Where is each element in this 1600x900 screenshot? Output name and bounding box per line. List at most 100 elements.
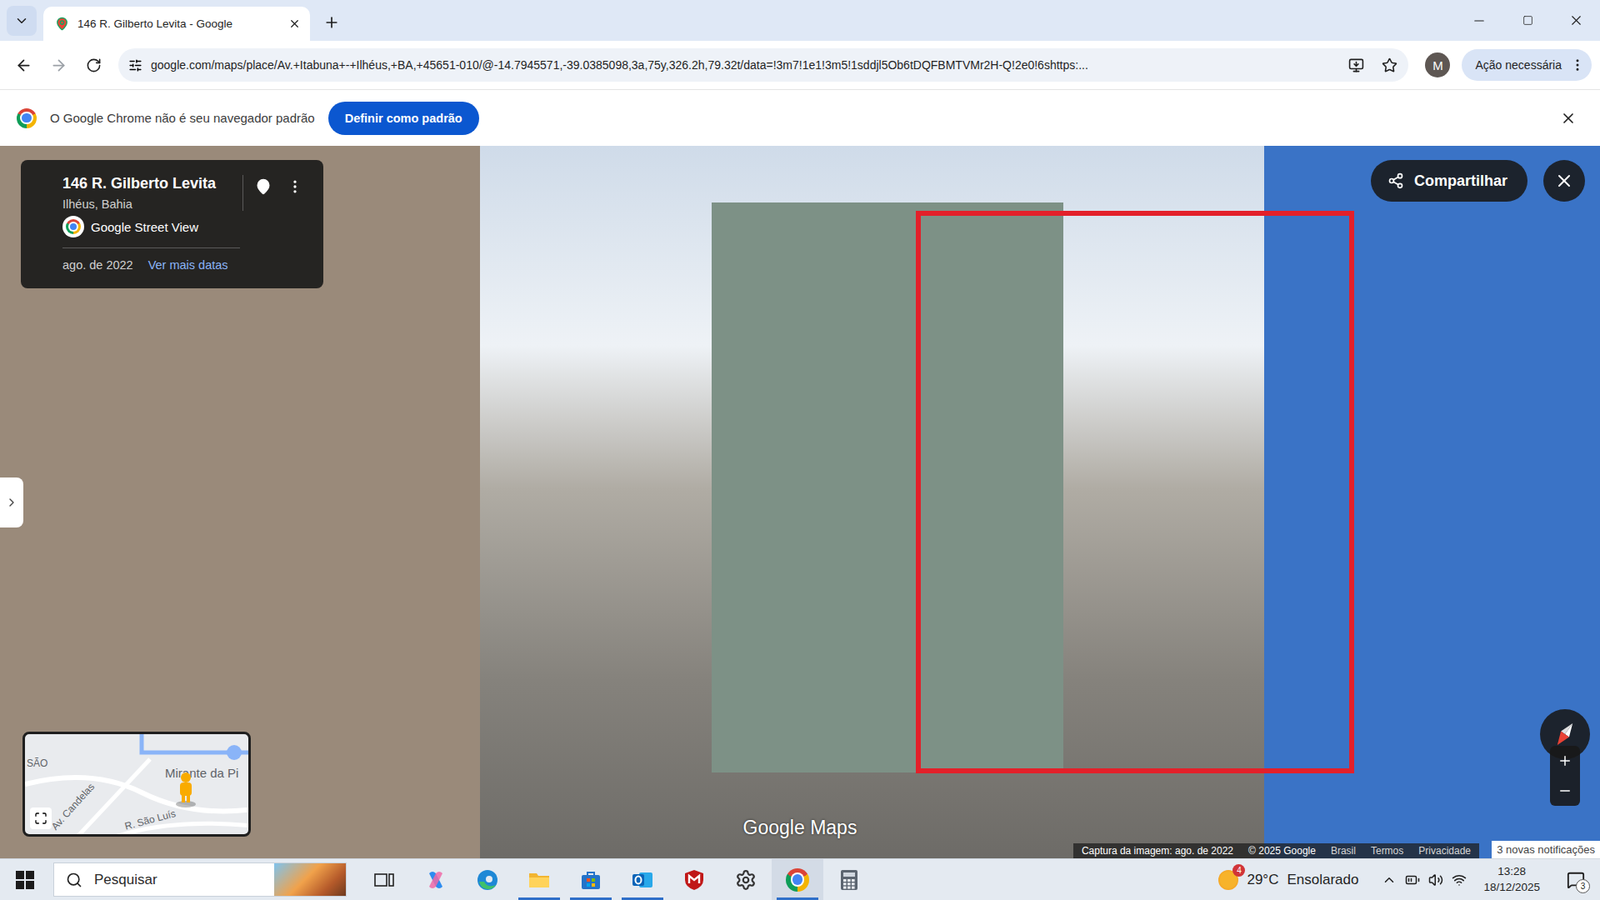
sun-icon: 4: [1218, 870, 1239, 890]
browser-tab[interactable]: 146 R. Gilberto Levita - Google: [43, 6, 310, 41]
street-view[interactable]: 146 R. Gilberto Levita Ilhéus, Bahia Googl…: [0, 145, 1600, 859]
network-tray[interactable]: [1451, 872, 1467, 888]
tab-title: 146 R. Gilberto Levita - Google: [77, 17, 277, 30]
taskbar-app[interactable]: [823, 859, 875, 900]
install-app-button[interactable]: [1343, 52, 1369, 78]
google-maps-favicon-icon: [55, 16, 70, 31]
back-button[interactable]: [8, 50, 39, 80]
tray-overflow-button[interactable]: [1381, 872, 1397, 888]
place-pin-button[interactable]: [251, 175, 275, 199]
chrome-icon: [785, 868, 810, 892]
footer-item: © 2025 Google: [1248, 845, 1316, 857]
notification-count: 3: [1575, 879, 1590, 894]
street-view-footer: Captura da imagem: ago. de 2022© 2025 Go…: [1073, 843, 1480, 859]
zoom-controls: [1550, 745, 1580, 806]
search-placeholder: Pesquisar: [94, 871, 158, 889]
google-g-icon: [65, 219, 81, 235]
footer-item[interactable]: Brasil: [1330, 845, 1356, 857]
maximize-button[interactable]: [1503, 0, 1552, 41]
taskbar-search[interactable]: Pesquisar: [53, 862, 347, 897]
close-icon: [288, 17, 301, 30]
wifi-icon: [1451, 872, 1467, 888]
taskbar-app[interactable]: [616, 859, 669, 900]
mcafee-icon: [682, 868, 706, 892]
folder-icon: [527, 870, 551, 890]
set-default-button[interactable]: Definir como padrão: [328, 101, 480, 135]
taskbar-app[interactable]: [358, 859, 410, 900]
store-icon: [579, 868, 603, 892]
minimize-button[interactable]: [1455, 0, 1504, 41]
start-button[interactable]: [0, 859, 50, 900]
action-required-button[interactable]: Ação necessária: [1461, 49, 1592, 81]
tab-search-button[interactable]: [6, 5, 37, 36]
url-text[interactable]: google.com/maps/place/Av.+Itabuna+-+Ilhé…: [150, 58, 1335, 72]
site-info-icon: [128, 58, 143, 73]
taskbar-app[interactable]: [565, 859, 617, 900]
expand-panel-button[interactable]: [0, 477, 24, 528]
plus-icon: [1557, 753, 1573, 769]
weather-widget[interactable]: 4 29°C Ensolarado: [1218, 870, 1359, 890]
place-title: 146 R. Gilberto Levita: [62, 175, 235, 193]
footer-item[interactable]: Privacidade: [1418, 845, 1471, 857]
arrow-right-icon: [50, 56, 68, 75]
chevron-right-icon: [5, 495, 19, 510]
notification-toast[interactable]: 3 novas notificações: [1491, 840, 1600, 859]
profile-avatar[interactable]: M: [1425, 52, 1450, 78]
task-view-icon: [373, 870, 395, 890]
taskbar-app[interactable]: [771, 859, 824, 900]
search-icon: [65, 871, 83, 889]
volume-tray[interactable]: [1428, 872, 1444, 888]
place-menu-button[interactable]: [283, 175, 307, 199]
taskbar-app[interactable]: [720, 859, 772, 900]
clock-time: 13:28: [1497, 864, 1526, 880]
mini-map[interactable]: SÃOAv. CandelasMirante da PiR. São Luís: [22, 731, 251, 837]
weather-temperature: 29°C: [1246, 871, 1279, 889]
map-label: SÃO: [26, 757, 48, 770]
address-bar[interactable]: google.com/maps/place/Av.+Itabuna+-+Ilhé…: [118, 48, 1409, 82]
taskbar-app[interactable]: [513, 859, 565, 900]
star-icon: [1381, 57, 1398, 74]
new-tab-button[interactable]: [316, 7, 347, 38]
pin-icon: [255, 178, 272, 195]
browser-toolbar: google.com/maps/place/Av.+Itabuna+-+Ilhé…: [0, 40, 1600, 90]
reload-button[interactable]: [78, 50, 109, 80]
infobar-message: O Google Chrome não é seu navegador padr…: [50, 110, 315, 125]
clock-date: 18/12/2025: [1483, 880, 1540, 895]
google-logo-icon: [62, 215, 85, 238]
bookmark-button[interactable]: [1376, 52, 1402, 78]
zoom-in-button[interactable]: [1550, 745, 1580, 776]
tab-close-button[interactable]: [285, 15, 304, 34]
install-icon: [1348, 57, 1365, 74]
map-label: Mirante da Pi: [165, 765, 239, 780]
close-street-view-button[interactable]: [1543, 160, 1585, 202]
close-icon: [1554, 170, 1575, 191]
weather-condition: Ensolarado: [1286, 871, 1359, 889]
expand-map-button[interactable]: [30, 807, 52, 830]
taskbar-app[interactable]: [410, 859, 462, 900]
google-maps-watermark: Google Maps: [743, 816, 858, 840]
highlight-box: [915, 210, 1355, 774]
taskbar-app[interactable]: [668, 859, 720, 900]
desktop-screen: 146 R. Gilberto Levita - Google google.co…: [0, 0, 1600, 900]
notification-center-button[interactable]: 3: [1556, 863, 1595, 897]
infobar-close-button[interactable]: [1553, 103, 1584, 134]
footer-item[interactable]: Termos: [1370, 845, 1404, 857]
battery-tray[interactable]: [1405, 872, 1420, 888]
place-titles: 146 R. Gilberto Levita Ilhéus, Bahia: [62, 175, 244, 211]
chevron-down-icon: [14, 13, 30, 29]
forward-button[interactable]: [43, 50, 74, 80]
place-subtitle: Ilhéus, Bahia: [62, 197, 235, 211]
reload-icon: [85, 57, 102, 74]
zoom-out-button[interactable]: [1550, 775, 1580, 806]
calculator-icon: [839, 868, 860, 892]
edge-icon: [475, 868, 500, 892]
window-close-button[interactable]: [1551, 0, 1600, 41]
clock[interactable]: 13:2818/12/2025: [1475, 864, 1549, 895]
more-icon: [1570, 57, 1585, 73]
share-button[interactable]: Compartilhar: [1370, 160, 1528, 202]
plus-icon: [323, 14, 340, 31]
more-dates-link[interactable]: Ver mais datas: [148, 258, 229, 272]
source-row: Google Street View: [62, 215, 240, 249]
taskbar-app[interactable]: [461, 859, 514, 900]
more-icon: [286, 178, 304, 195]
